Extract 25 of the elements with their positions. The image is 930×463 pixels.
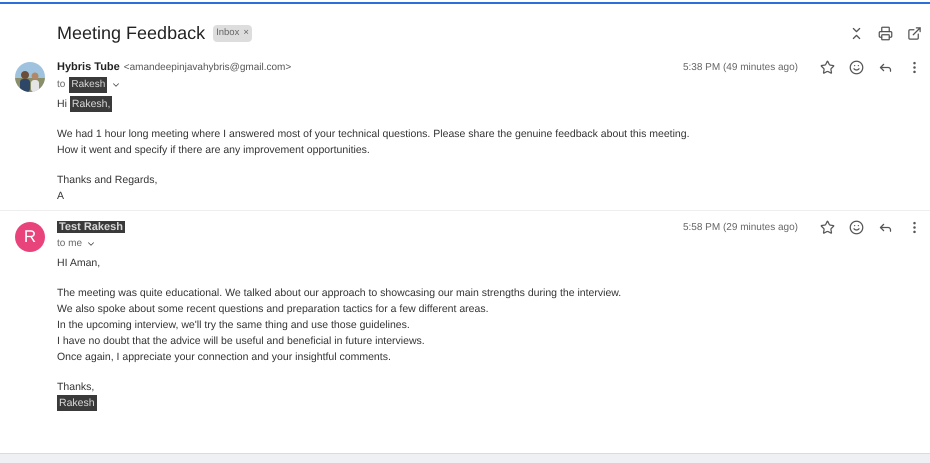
email-subject: Meeting Feedback bbox=[57, 22, 206, 45]
text: Hi bbox=[57, 97, 67, 112]
text: The meeting was quite educational. We talked about our approach to showcasing our main strengths during the interview. bbox=[57, 286, 622, 301]
redacted-text: Rakesh bbox=[57, 395, 97, 411]
text: A bbox=[57, 189, 64, 204]
text: Once again, I appreciate your connection and your insightful comments. bbox=[57, 350, 391, 365]
text: How it went and specify if there are any improvement opportunities. bbox=[57, 143, 370, 158]
redacted-text: Rakesh, bbox=[70, 96, 112, 112]
text: HI Aman, bbox=[57, 256, 100, 271]
sender-email: <amandeepinjavahybris@gmail.com> bbox=[124, 62, 292, 73]
text: to bbox=[57, 78, 66, 92]
text: Thanks, bbox=[57, 380, 94, 395]
text: I have no doubt that the advice will be useful and beneficial in future interviews. bbox=[57, 334, 425, 349]
text: to me bbox=[57, 237, 82, 251]
text: In the upcoming interview, we'll try the same thing and use those guidelines. bbox=[57, 318, 410, 333]
redacted-text: Rakesh bbox=[69, 77, 108, 93]
avatar: R bbox=[15, 222, 45, 252]
timestamp: 5:38 PM (49 minutes ago) bbox=[682, 61, 798, 75]
text: We had 1 hour long meeting where I answered most of your technical questions. Please share the genuine feedback about this meeting. bbox=[57, 127, 690, 142]
redacted-text: Test Rakesh bbox=[57, 221, 125, 233]
text: We also spoke about some recent questions and preparation tactics for a few different areas. bbox=[57, 302, 489, 317]
text: Hybris Tube bbox=[57, 61, 120, 73]
text: Thanks and Regards, bbox=[57, 173, 158, 188]
timestamp: 5:58 PM (29 minutes ago) bbox=[682, 221, 798, 235]
inbox-label[interactable]: Inbox × bbox=[213, 25, 252, 42]
